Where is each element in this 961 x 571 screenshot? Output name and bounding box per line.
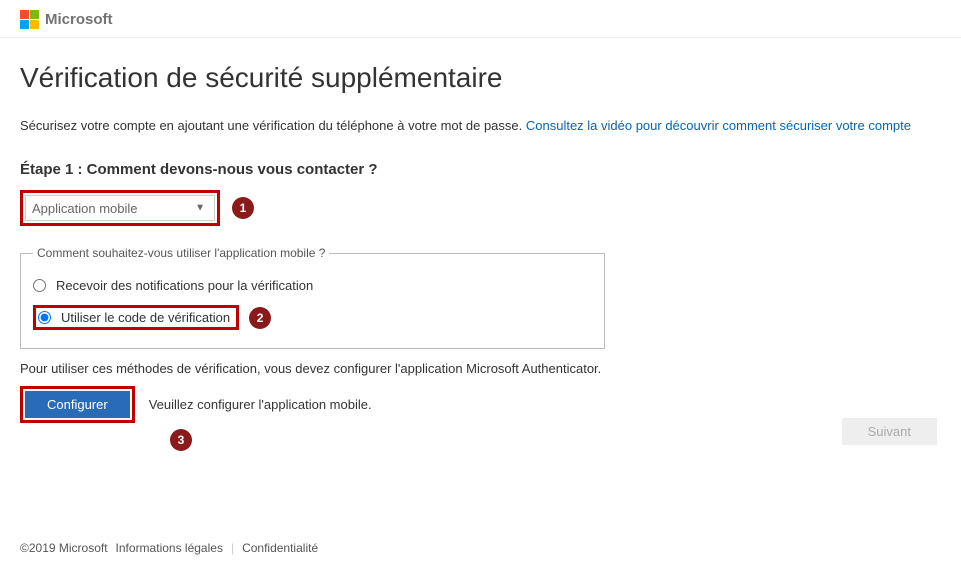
microsoft-logo-icon xyxy=(20,10,39,29)
footer-privacy-link[interactable]: Confidentialité xyxy=(242,541,318,555)
subtitle-text: Sécurisez votre compte en ajoutant une v… xyxy=(20,118,526,133)
callout-highlight-3: Configurer xyxy=(20,386,135,423)
footer: ©2019 Microsoft Informations légales | C… xyxy=(20,541,318,555)
contact-method-dropdown-wrap: Application mobile ▼ xyxy=(25,195,215,221)
radio-row-code: Utiliser le code de vérification 2 xyxy=(33,299,592,336)
footer-separator: | xyxy=(231,541,234,555)
radio-row-notify: Recevoir des notifications pour la vérif… xyxy=(33,272,592,299)
callout-badge-2: 2 xyxy=(249,307,271,329)
configure-instruction: Pour utiliser ces méthodes de vérificati… xyxy=(20,361,941,376)
callout-badge-1: 1 xyxy=(232,197,254,219)
microsoft-logo: Microsoft xyxy=(20,10,113,29)
page-subtitle: Sécurisez votre compte en ajoutant une v… xyxy=(20,118,941,133)
usage-fieldset: Comment souhaitez-vous utiliser l'applic… xyxy=(20,246,605,349)
main-content: Vérification de sécurité supplémentaire … xyxy=(0,38,961,451)
header: Microsoft xyxy=(0,0,961,38)
contact-method-dropdown[interactable]: Application mobile xyxy=(25,195,215,221)
usage-legend: Comment souhaitez-vous utiliser l'applic… xyxy=(33,246,329,260)
configure-hint: Veuillez configurer l'application mobile… xyxy=(149,397,372,412)
radio-notify[interactable] xyxy=(33,279,46,292)
brand-text: Microsoft xyxy=(45,11,113,28)
step-label: Étape 1 : Comment devons-nous vous conta… xyxy=(20,161,941,178)
radio-notify-label: Recevoir des notifications pour la vérif… xyxy=(56,278,313,293)
next-button: Suivant xyxy=(842,418,937,445)
configure-row: Configurer Veuillez configurer l'applica… xyxy=(20,386,941,423)
page-title: Vérification de sécurité supplémentaire xyxy=(20,62,941,94)
footer-legal-link[interactable]: Informations légales xyxy=(116,541,223,555)
configure-button[interactable]: Configurer xyxy=(25,391,130,418)
callout-highlight-1: Application mobile ▼ xyxy=(20,190,220,226)
contact-method-row: Application mobile ▼ 1 xyxy=(20,190,941,226)
footer-copyright: ©2019 Microsoft xyxy=(20,541,108,555)
radio-code[interactable] xyxy=(38,311,51,324)
callout-badge-3: 3 xyxy=(170,429,192,451)
callout-highlight-2: Utiliser le code de vérification xyxy=(33,305,239,330)
radio-code-label: Utiliser le code de vérification xyxy=(61,310,230,325)
subtitle-video-link[interactable]: Consultez la vidéo pour découvrir commen… xyxy=(526,118,911,133)
